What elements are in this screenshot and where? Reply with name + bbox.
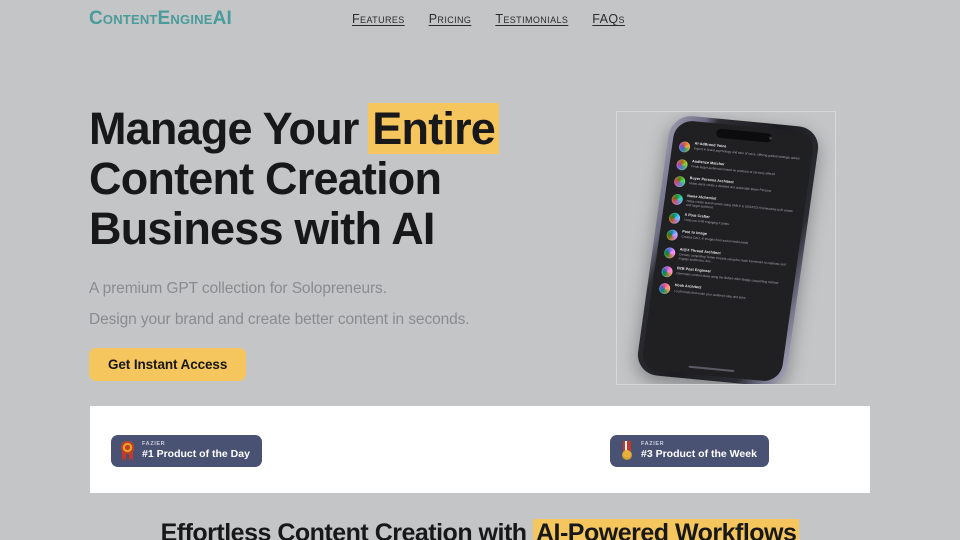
- hero-section: Manage Your Entire Content Creation Busi…: [89, 103, 559, 381]
- brand-logo-suffix: AI: [212, 8, 233, 29]
- hero-subtitle-primary: A premium GPT collection for Solopreneur…: [89, 280, 387, 297]
- badge-product-of-the-day[interactable]: FAZIER #1 Product of the Day: [111, 435, 262, 467]
- badge-product-of-the-week[interactable]: FAZIER #3 Product of the Week: [610, 435, 769, 467]
- badge-platform-label: FAZIER: [142, 441, 166, 447]
- gpt-avatar: [678, 140, 691, 153]
- gpt-avatar: [668, 211, 681, 224]
- brand-logo-main: ContentEngine: [89, 8, 213, 29]
- gpt-item-text: Audience Matcher Finds target audiences b…: [691, 159, 776, 176]
- gpt-item-text: Buyer Persona Architect Helps users creat…: [689, 176, 772, 193]
- gpt-avatar: [663, 246, 676, 259]
- gpt-avatar: [658, 282, 671, 295]
- medal-icon: [619, 441, 634, 461]
- landing-page: ContentEngineAI Features Pricing Testimo…: [0, 0, 960, 540]
- hero-title-highlight: Entire: [368, 103, 500, 154]
- gpt-item-text: X Post Crafter I help you craft engaging …: [684, 212, 730, 226]
- gpt-avatar: [665, 229, 679, 242]
- features-heading-prefix: Effortless Content Creation with: [160, 519, 533, 540]
- hero-title-line2: Content Creation: [89, 153, 442, 204]
- get-instant-access-button[interactable]: Get Instant Access: [89, 348, 247, 381]
- gpt-list[interactable]: AI-AdBrand Voice Expert in brand psycholo…: [641, 136, 813, 382]
- phone-screen: AI-AdBrand Voice Expert in brand psycholo…: [640, 119, 816, 383]
- main-navigation: Features Pricing Testimonials FAQs: [352, 12, 625, 26]
- phone-body: AI-AdBrand Voice Expert in brand psycholo…: [635, 114, 821, 384]
- brand-logo[interactable]: ContentEngineAI: [89, 8, 232, 30]
- features-section-heading: Effortless Content Creation with AI-Powe…: [0, 519, 960, 540]
- hero-subtitle-secondary: Design your brand and create better cont…: [89, 311, 470, 328]
- nav-link-faqs[interactable]: FAQs: [592, 12, 625, 26]
- gpt-item-text: Post to Image Creates DALL-E images from …: [681, 230, 749, 246]
- features-heading-highlight: AI-Powered Workflows: [532, 519, 800, 540]
- badge-title: #3 Product of the Week: [641, 448, 757, 460]
- gpt-avatar: [671, 192, 684, 205]
- nav-link-pricing[interactable]: Pricing: [429, 12, 472, 26]
- gpt-item-text: Hook Architect I craft hooks that make yo…: [674, 283, 747, 299]
- gpt-item-text: AI-AdBrand Voice Expert in brand psycholo…: [694, 141, 801, 161]
- gpt-avatar: [675, 158, 689, 171]
- badge-platform-label: FAZIER: [641, 441, 665, 447]
- phone-mockup: AI-AdBrand Voice Expert in brand psycholo…: [635, 114, 821, 384]
- hero-title: Manage Your Entire Content Creation Busi…: [89, 103, 559, 254]
- nav-link-features[interactable]: Features: [352, 12, 405, 26]
- nav-link-testimonials[interactable]: Testimonials: [495, 12, 568, 26]
- rosette-award-icon: [120, 441, 135, 461]
- hero-title-line1-text: Manage Your: [89, 103, 371, 154]
- phone-mockup-frame: AI-AdBrand Voice Expert in brand psycholo…: [616, 111, 836, 385]
- gpt-avatar: [660, 265, 674, 278]
- awards-card: FAZIER #1 Product of the Day FAZIER #3 P…: [90, 406, 870, 493]
- hero-title-line3: Business with AI: [89, 203, 435, 254]
- badge-title: #1 Product of the Day: [142, 448, 250, 460]
- phone-camera-icon: [769, 136, 773, 140]
- site-header: ContentEngineAI Features Pricing Testimo…: [0, 0, 960, 40]
- gpt-avatar: [673, 175, 686, 188]
